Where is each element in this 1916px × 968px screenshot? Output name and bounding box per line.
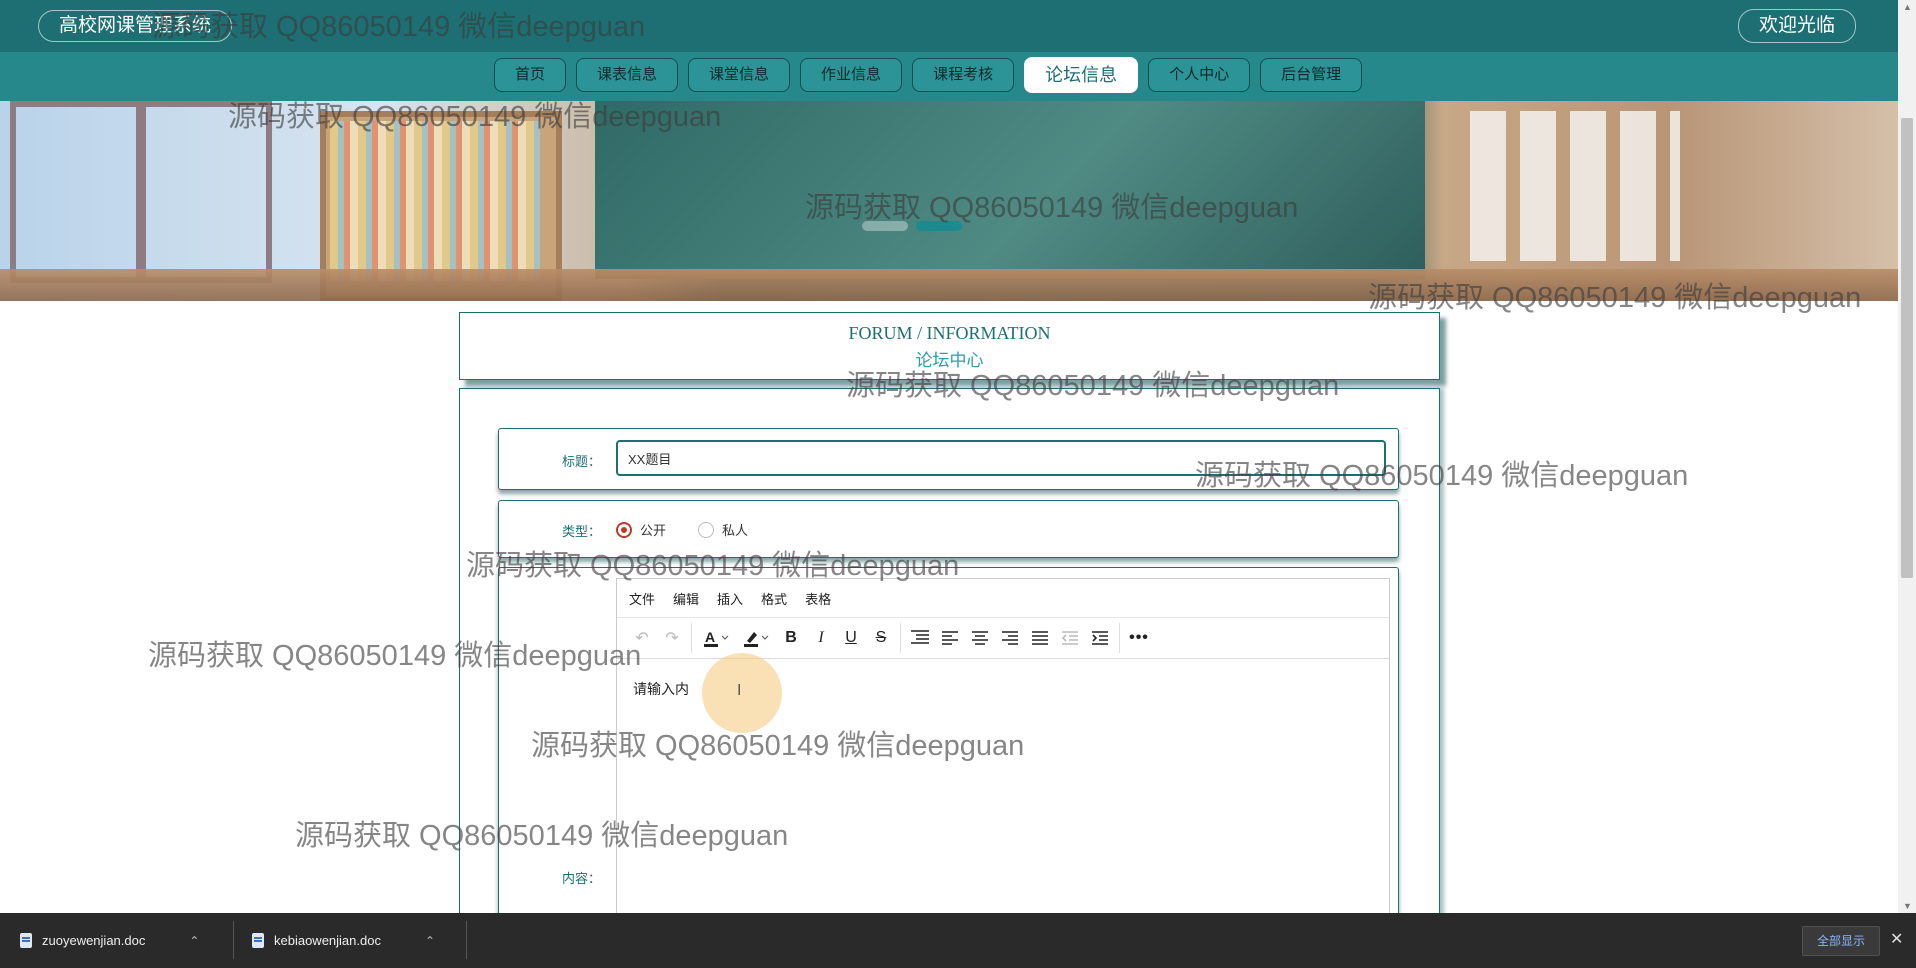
carousel-dot-1[interactable] <box>862 221 908 231</box>
editor-menubar: 文件 编辑 插入 格式 表格 <box>617 579 1389 618</box>
section-header: FORUM / INFORMATION 论坛中心 <box>459 312 1440 380</box>
download-filename: zuoyewenjian.doc <box>42 933 146 948</box>
download-filename: kebiaowenjian.doc <box>274 933 381 948</box>
banner-floor <box>0 269 1898 301</box>
nav-item-forum[interactable]: 论坛信息 <box>1024 57 1139 93</box>
menu-format[interactable]: 格式 <box>761 589 787 608</box>
bold-icon[interactable]: B <box>776 623 806 653</box>
underline-icon[interactable]: U <box>836 623 866 653</box>
download-item[interactable]: zuoyewenjian.doc ⌃ <box>20 913 199 968</box>
scroll-up-icon[interactable]: ▲ <box>1903 2 1912 12</box>
scroll-down-icon[interactable]: ▼ <box>1903 901 1912 911</box>
radio-private[interactable]: 私人 <box>698 520 748 539</box>
downloads-bar: zuoyewenjian.doc ⌃ kebiaowenjian.doc ⌃ 全… <box>0 913 1916 968</box>
svg-text:A: A <box>705 629 715 645</box>
chevron-up-icon[interactable]: ⌃ <box>425 934 435 948</box>
outdent-icon[interactable] <box>1055 623 1085 653</box>
banner-notice-board <box>1470 111 1680 261</box>
page-scrollbar[interactable]: ▲ ▼ <box>1898 0 1916 913</box>
toolbar-separator <box>900 623 901 653</box>
menu-table[interactable]: 表格 <box>805 589 831 608</box>
menu-insert[interactable]: 插入 <box>717 589 743 608</box>
radio-public[interactable]: 公开 <box>616 520 666 539</box>
indent-icon[interactable] <box>1085 623 1115 653</box>
chevron-up-icon[interactable]: ⌃ <box>189 934 199 948</box>
radio-public-label: 公开 <box>640 523 667 538</box>
nav-list: 首页 课表信息 课堂信息 作业信息 课程考核 论坛信息 个人中心 后台管理 <box>494 57 1363 93</box>
banner-window-left <box>10 101 142 283</box>
welcome-button[interactable]: 欢迎光临 <box>1738 9 1857 43</box>
align-right-icon[interactable] <box>995 623 1025 653</box>
italic-icon[interactable]: I <box>806 623 836 653</box>
show-all-downloads-button[interactable]: 全部显示 <box>1802 926 1881 956</box>
more-icon[interactable]: ••• <box>1124 623 1154 653</box>
nav-item-class[interactable]: 课堂信息 <box>688 58 791 92</box>
menu-edit[interactable]: 编辑 <box>673 589 699 608</box>
menu-file[interactable]: 文件 <box>629 589 655 608</box>
banner-chalkboard <box>595 101 1425 279</box>
radio-public-circle <box>616 521 632 538</box>
redo-icon[interactable]: ↷ <box>657 623 687 653</box>
strikethrough-icon[interactable]: S <box>866 623 896 653</box>
toolbar-separator <box>1119 623 1120 653</box>
text-color-icon[interactable]: A <box>696 623 736 653</box>
site-brand[interactable]: 高校网课管理系统 <box>38 10 233 42</box>
document-file-icon <box>20 933 32 948</box>
align-justify-icon[interactable] <box>1025 623 1055 653</box>
carousel-dots <box>862 221 962 231</box>
main-nav: 首页 课表信息 课堂信息 作业信息 课程考核 论坛信息 个人中心 后台管理 <box>0 52 1898 101</box>
nav-item-timetable[interactable]: 课表信息 <box>576 58 679 92</box>
editor-content[interactable]: 请输入内 <box>633 679 689 699</box>
title-input[interactable] <box>616 440 1386 476</box>
document-file-icon <box>252 933 264 948</box>
line-height-icon[interactable] <box>905 623 935 653</box>
rich-text-editor: 文件 编辑 插入 格式 表格 ↶ ↷ A B I U S ••• 请输入内 <box>616 578 1390 915</box>
align-center-icon[interactable] <box>965 623 995 653</box>
toolbar-separator <box>691 623 692 653</box>
scrollbar-thumb[interactable] <box>1901 118 1913 578</box>
section-title-en: FORUM / INFORMATION <box>848 323 1051 343</box>
nav-item-profile[interactable]: 个人中心 <box>1148 58 1251 92</box>
nav-item-home[interactable]: 首页 <box>494 58 567 92</box>
nav-item-admin[interactable]: 后台管理 <box>1260 58 1363 92</box>
radio-private-circle <box>698 521 714 538</box>
banner-books <box>330 121 540 281</box>
editor-toolbar: ↶ ↷ A B I U S ••• <box>617 618 1389 659</box>
close-icon[interactable]: ✕ <box>1890 929 1903 949</box>
text-cursor-icon: I <box>737 682 742 699</box>
banner-carousel <box>0 101 1898 301</box>
radio-private-label: 私人 <box>722 523 749 538</box>
carousel-dot-2[interactable] <box>916 221 962 231</box>
divider <box>233 921 234 959</box>
title-label: 标题： <box>561 454 601 469</box>
nav-item-assessment[interactable]: 课程考核 <box>912 58 1015 92</box>
align-left-icon[interactable] <box>935 623 965 653</box>
content-label: 内容： <box>561 871 601 886</box>
banner-window-right <box>140 101 272 283</box>
type-label: 类型： <box>561 524 601 539</box>
cursor-highlight <box>702 653 782 733</box>
divider <box>466 921 467 959</box>
top-header: 高校网课管理系统 欢迎光临 <box>0 0 1898 52</box>
download-item[interactable]: kebiaowenjian.doc ⌃ <box>252 913 435 968</box>
highlight-icon[interactable] <box>736 623 776 653</box>
undo-icon[interactable]: ↶ <box>627 623 657 653</box>
section-title-cn: 论坛中心 <box>915 351 984 370</box>
nav-item-homework[interactable]: 作业信息 <box>800 58 903 92</box>
